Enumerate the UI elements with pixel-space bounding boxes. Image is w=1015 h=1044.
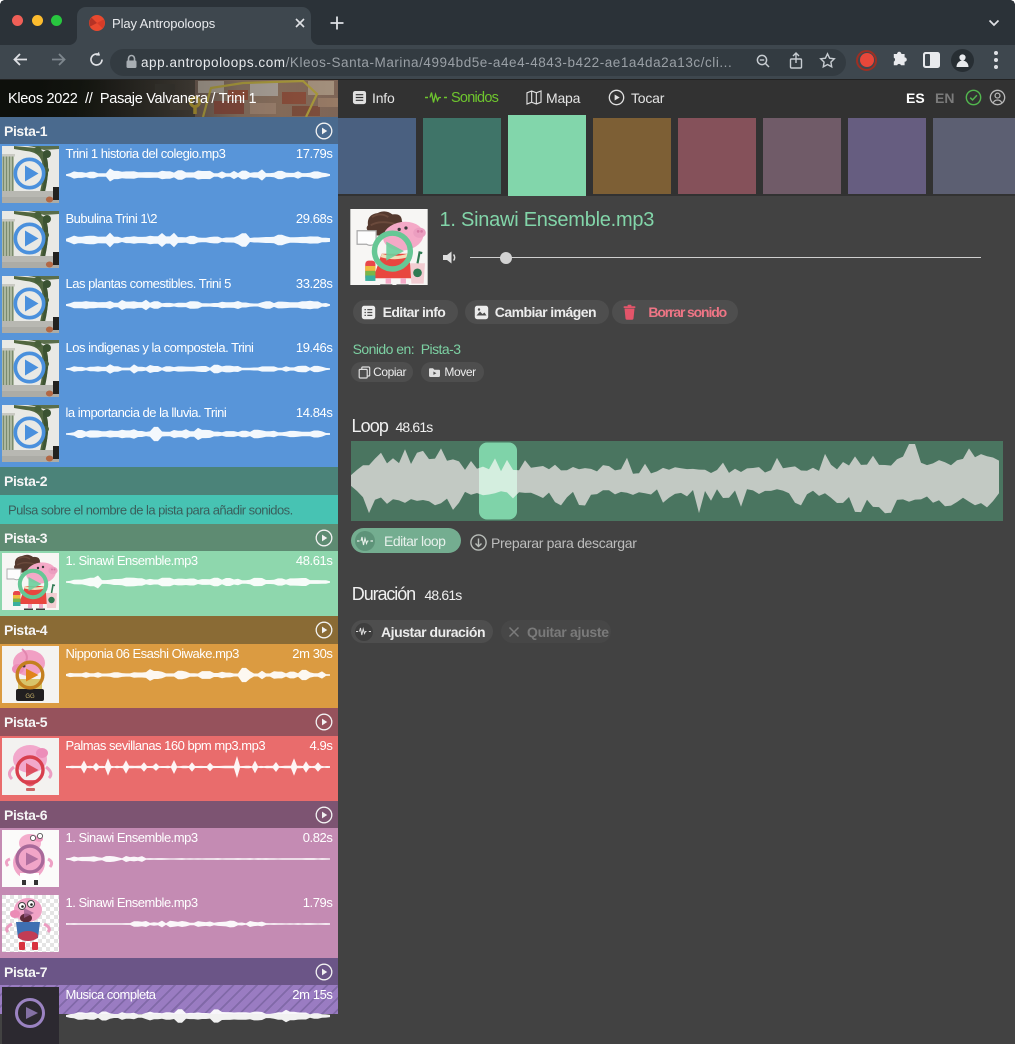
svg-text:GG: GG bbox=[25, 694, 35, 700]
